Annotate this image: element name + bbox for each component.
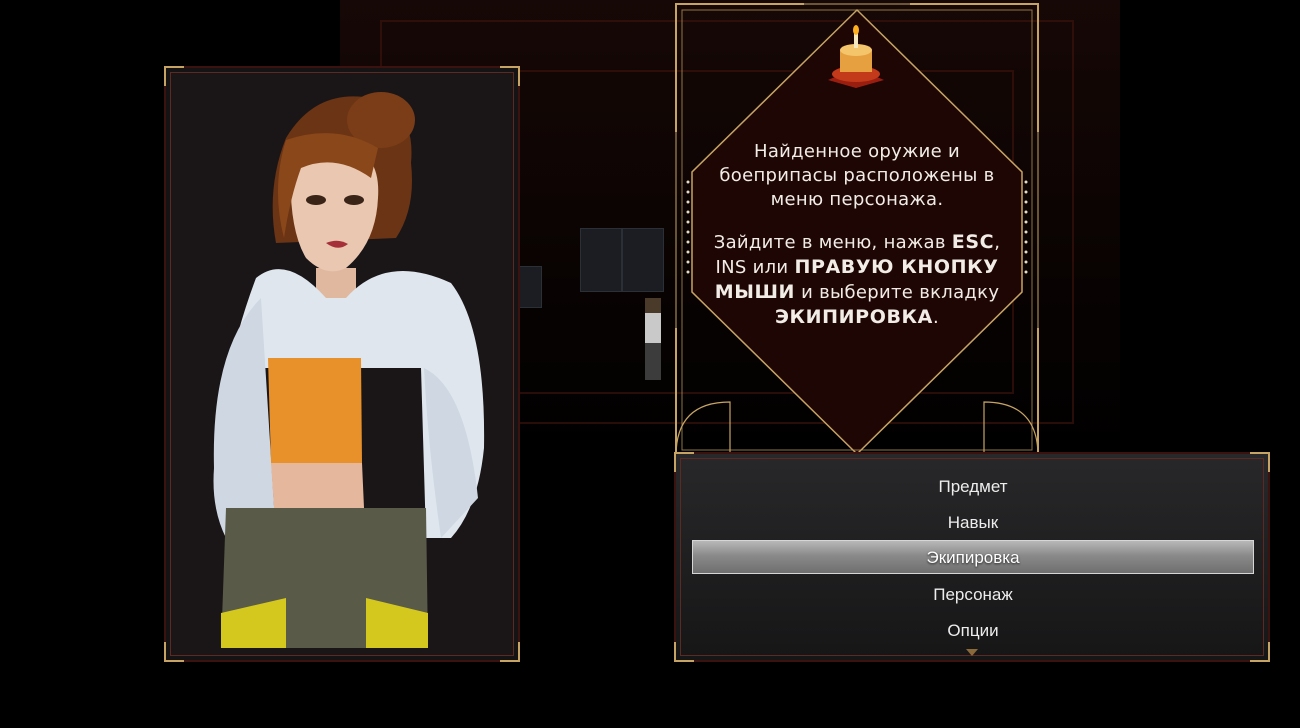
tooltip-text: или [746,257,795,278]
tooltip-line: боеприпасы расположены в [719,165,995,186]
cake-icon [828,25,884,88]
hint-tooltip: Найденное оружие и боеприпасы расположен… [674,2,1040,458]
scene-shelf [580,228,622,292]
character-portrait-panel [164,66,520,662]
menu-item-skill[interactable]: Навык [692,506,1254,540]
keyword-equipment: ЭКИПИРОВКА [774,306,933,328]
game-menu: Предмет Навык Экипировка Персонаж Опции [674,452,1270,662]
corner-ornament [1250,452,1270,472]
menu-item-options[interactable]: Опции [692,614,1254,648]
tooltip-text: . [932,307,939,328]
menu-item-item[interactable]: Предмет [692,470,1254,504]
tooltip-text: Найденное оружие и боеприпасы расположен… [704,140,1010,330]
keyword-ins: INS [715,257,747,278]
menu-item-equipment[interactable]: Экипировка [692,540,1254,574]
scene-shelf [622,228,664,292]
menu-item-character[interactable]: Персонаж [692,578,1254,612]
keyword-mouse: МЫШИ [714,281,796,303]
tooltip-text: и выберите вкладку [795,282,1000,303]
keyword-right-button: ПРАВУЮ КНОПКУ [794,256,999,278]
scene-character [645,298,661,380]
tooltip-line: Найденное оружие и [753,141,961,162]
scroll-down-icon[interactable] [966,649,978,656]
corner-ornament [674,642,694,662]
corner-ornament [674,452,694,472]
tooltip-text: , [994,232,1001,253]
keyword-esc: ESC [951,231,995,253]
tooltip-text: Зайдите в меню, нажав [713,232,952,253]
character-portrait [213,92,485,648]
tooltip-line: меню персонажа. [770,189,944,210]
